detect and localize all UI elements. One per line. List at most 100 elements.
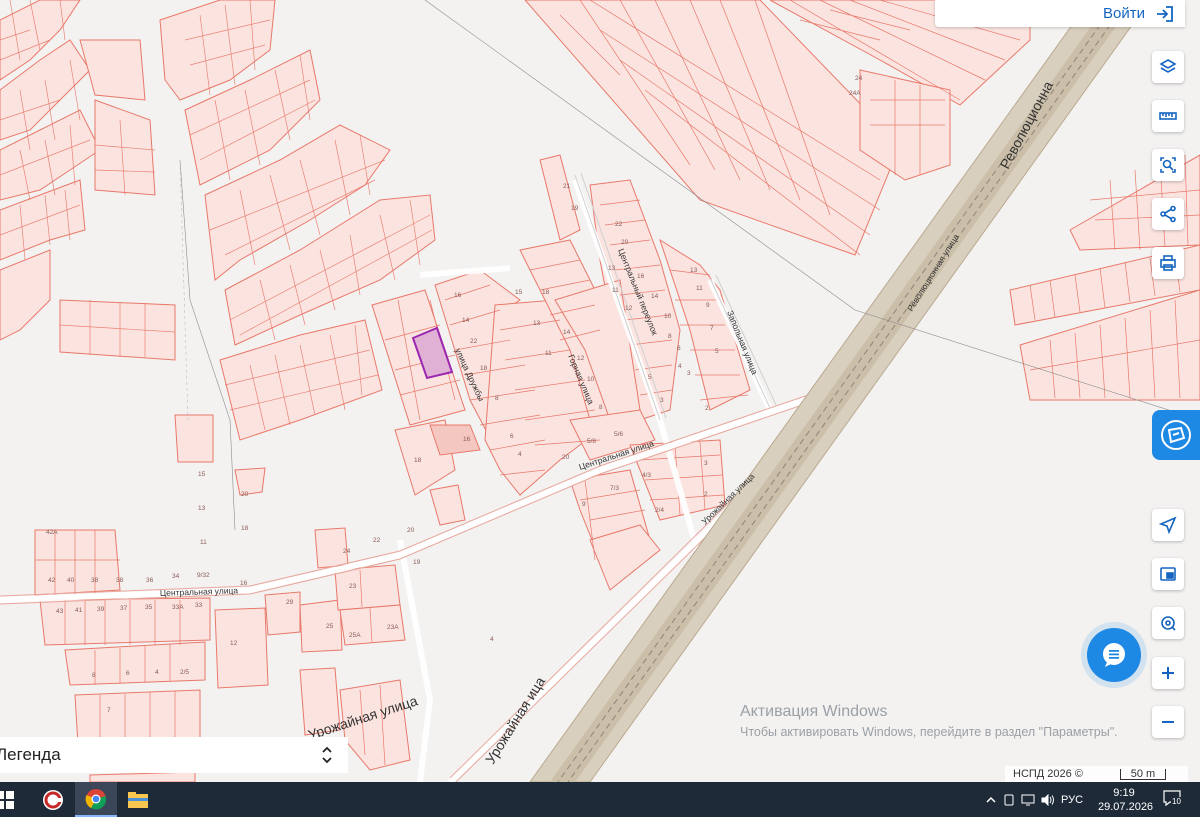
clock-date: 29.07.2026 — [1098, 801, 1154, 813]
svg-text:18: 18 — [414, 457, 422, 464]
zoom-out-button[interactable] — [1152, 706, 1184, 738]
svg-text:8: 8 — [599, 404, 603, 411]
svg-text:29: 29 — [286, 599, 294, 606]
zoom-in-button[interactable] — [1152, 657, 1184, 689]
svg-text:23А: 23А — [387, 624, 399, 631]
svg-text:19: 19 — [571, 205, 579, 212]
layers-button[interactable] — [1152, 51, 1184, 83]
side-panel-tab[interactable] — [1152, 410, 1200, 460]
svg-text:12: 12 — [577, 355, 585, 362]
select-area-button[interactable] — [1152, 149, 1184, 181]
svg-text:18: 18 — [480, 365, 488, 372]
file-explorer-icon — [128, 791, 148, 808]
language-indicator[interactable]: РУС — [1061, 794, 1083, 806]
zoom-out-icon — [1162, 721, 1174, 723]
svg-text:7: 7 — [710, 325, 714, 332]
svg-text:9/32: 9/32 — [197, 572, 210, 579]
zoom-in-icon — [1162, 667, 1174, 679]
svg-text:4/3: 4/3 — [642, 472, 651, 479]
taskbar-app-explorer[interactable] — [117, 782, 159, 817]
svg-text:14: 14 — [462, 317, 470, 324]
svg-text:5: 5 — [648, 374, 652, 381]
watermark-subtitle: Чтобы активировать Windows, перейдите в … — [740, 725, 1118, 739]
scale-bar: 50 m — [1119, 768, 1166, 780]
chat-button[interactable] — [1087, 628, 1141, 682]
network-icon[interactable] — [1021, 794, 1035, 806]
svg-text:38: 38 — [91, 577, 99, 584]
clock[interactable]: 9:19 29.07.2026 — [1098, 786, 1154, 814]
svg-text:6: 6 — [126, 670, 130, 677]
share-button[interactable] — [1152, 198, 1184, 230]
chevron-up-icon[interactable] — [985, 795, 997, 805]
watermark-title: Активация Windows — [740, 703, 888, 720]
login-label: Войти — [1103, 5, 1145, 22]
svg-text:8: 8 — [668, 333, 672, 340]
svg-text:7: 7 — [107, 707, 111, 714]
start-button[interactable] — [0, 782, 26, 817]
ruler-icon — [1159, 112, 1177, 120]
svg-text:24: 24 — [343, 548, 351, 555]
chat-icon — [1103, 643, 1125, 667]
system-tray: РУС — [985, 782, 1083, 817]
locate-button[interactable] — [1152, 509, 1184, 541]
svg-text:6: 6 — [510, 433, 514, 440]
svg-text:4: 4 — [518, 451, 522, 458]
svg-text:43: 43 — [56, 608, 64, 615]
login-button[interactable]: Войти — [935, 0, 1185, 27]
svg-text:13: 13 — [198, 505, 206, 512]
svg-text:20: 20 — [241, 491, 249, 498]
svg-text:19: 19 — [413, 559, 421, 566]
svg-text:2/4: 2/4 — [655, 507, 664, 514]
taskbar-app-ccleaner[interactable] — [32, 782, 74, 817]
select-area-icon — [1160, 157, 1176, 173]
svg-text:12: 12 — [625, 305, 633, 312]
svg-text:35: 35 — [145, 604, 153, 611]
notification-count: 10 — [1171, 797, 1182, 806]
login-icon — [1157, 5, 1173, 22]
attribution-text: НСПД 2026 © — [1013, 768, 1083, 780]
svg-text:13: 13 — [608, 265, 616, 272]
svg-text:6: 6 — [677, 345, 681, 352]
svg-text:33: 33 — [195, 602, 203, 609]
svg-text:3: 3 — [687, 370, 691, 377]
geo-pin-button[interactable] — [1152, 607, 1184, 639]
attribution-bar: НСПД 2026 © 50 m — [1005, 766, 1188, 782]
svg-text:23: 23 — [349, 583, 357, 590]
device-icon[interactable] — [1003, 794, 1015, 806]
svg-text:4: 4 — [155, 669, 159, 676]
svg-text:22: 22 — [470, 338, 478, 345]
svg-text:15: 15 — [515, 289, 523, 296]
legend-dropdown[interactable]: Легенда — [0, 737, 348, 773]
svg-text:37: 37 — [120, 605, 128, 612]
volume-icon[interactable] — [1041, 793, 1055, 806]
map-tool-icon — [1161, 420, 1191, 450]
geo-pin-icon — [1161, 616, 1176, 631]
map-canvas[interactable]: улица Дружбы Горная улица Центральный пе… — [0, 0, 1200, 782]
svg-text:38: 38 — [116, 577, 124, 584]
minimap-button[interactable] — [1152, 558, 1184, 590]
svg-text:15: 15 — [198, 471, 206, 478]
measure-button[interactable] — [1152, 100, 1184, 132]
print-button[interactable] — [1152, 247, 1184, 279]
notification-center-button[interactable]: 10 — [1162, 788, 1186, 812]
svg-text:20: 20 — [407, 527, 415, 534]
svg-text:24А: 24А — [849, 90, 861, 97]
svg-text:4: 4 — [678, 363, 682, 370]
svg-text:20: 20 — [562, 454, 570, 461]
svg-text:21: 21 — [563, 183, 571, 190]
legend-label: Легенда — [0, 745, 61, 764]
svg-text:25: 25 — [326, 623, 334, 630]
svg-text:9: 9 — [582, 501, 586, 508]
svg-text:11: 11 — [696, 285, 703, 292]
svg-text:5: 5 — [715, 348, 719, 355]
windows-start-icon — [0, 790, 14, 809]
svg-text:9: 9 — [706, 302, 710, 309]
svg-text:16: 16 — [637, 273, 645, 280]
svg-text:13: 13 — [533, 320, 541, 327]
taskbar-app-chrome[interactable] — [75, 782, 117, 817]
svg-text:2/5: 2/5 — [180, 669, 189, 676]
svg-text:5/8: 5/8 — [587, 438, 596, 445]
svg-text:11: 11 — [200, 539, 207, 546]
svg-text:34: 34 — [172, 573, 180, 580]
svg-text:11: 11 — [612, 287, 619, 294]
